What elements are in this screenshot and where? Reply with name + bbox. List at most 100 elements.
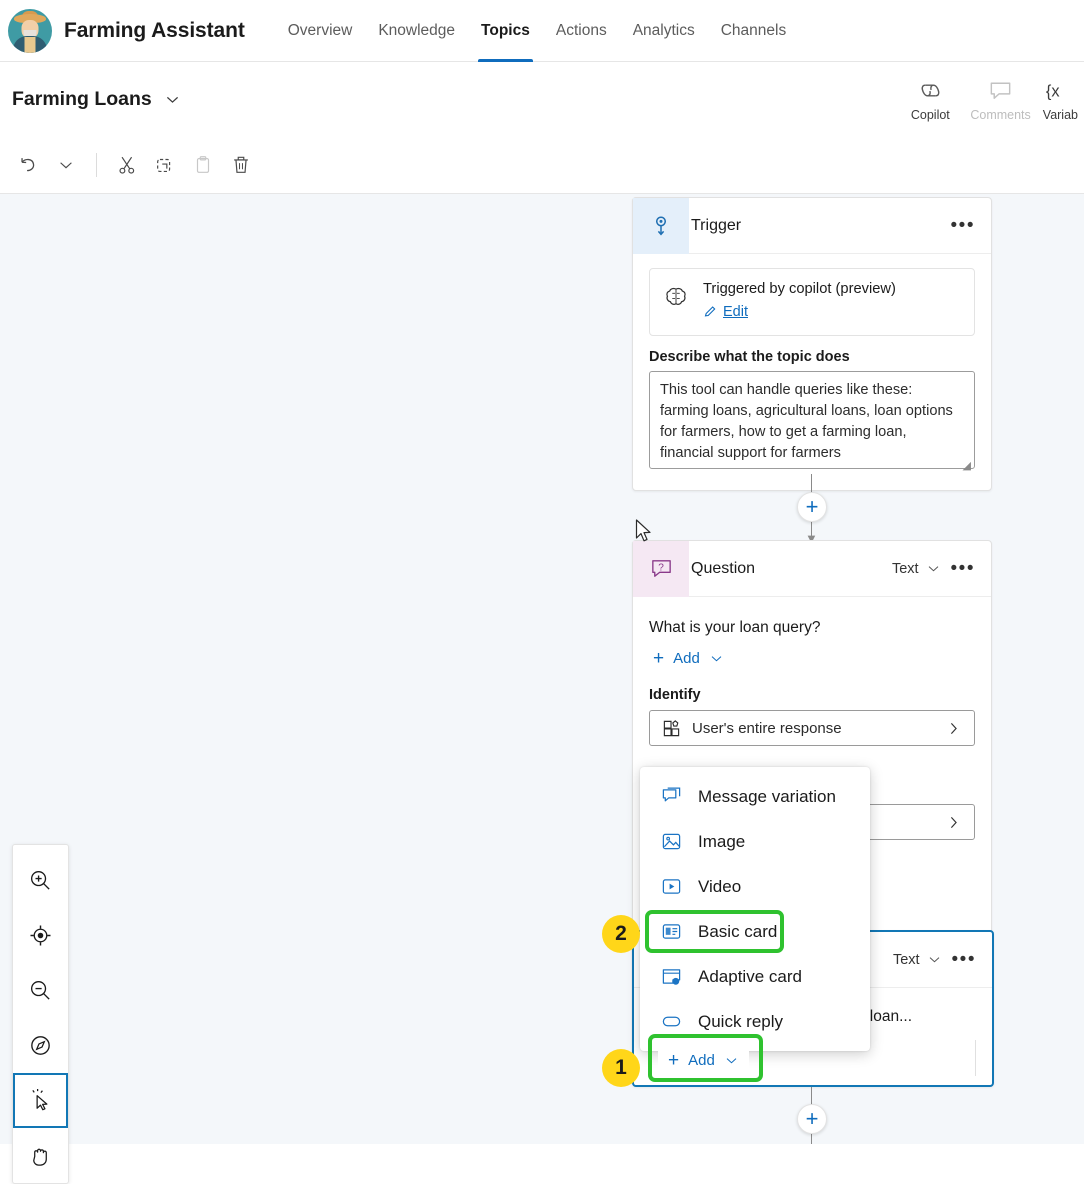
add-node-button-2[interactable]: + (797, 1104, 827, 1134)
canvas-zoom-toolbar (12, 844, 69, 1184)
comments-button[interactable]: Comments (964, 73, 1036, 126)
zoom-in-button[interactable] (13, 853, 68, 908)
chevron-down-icon (928, 566, 938, 572)
tab-topics[interactable]: Topics (468, 0, 543, 62)
menu-item-label: Image (698, 831, 746, 851)
message-type-label: Text (892, 951, 920, 968)
menu-item-basic-card[interactable]: Basic card (640, 909, 870, 954)
undo-dropdown-button[interactable] (48, 147, 84, 183)
menu-item-video[interactable]: Video (640, 864, 870, 909)
question-type-selector[interactable]: Text (892, 561, 941, 577)
identify-entity-value: User's entire response (692, 719, 842, 737)
pencil-icon (704, 306, 716, 317)
menu-item-label: Quick reply (698, 1011, 784, 1031)
minimap-icon (31, 1036, 50, 1055)
tab-analytics[interactable]: Analytics (620, 0, 708, 62)
message-type-selector[interactable]: Text (893, 952, 942, 968)
menu-item-quick-reply[interactable]: Quick reply (640, 999, 870, 1044)
quick-reply-icon (660, 1010, 683, 1033)
message-add-label: Add (688, 1052, 715, 1069)
plus-icon: + (805, 1106, 819, 1131)
annotation-badge-1: 1 (602, 1049, 640, 1087)
edit-toolbar (0, 137, 1084, 194)
hand-icon (33, 1148, 47, 1166)
question-add-button[interactable]: + Add (649, 647, 728, 670)
fit-to-screen-icon (30, 925, 51, 946)
trigger-icon (633, 197, 689, 254)
chevron-down-icon (711, 656, 722, 662)
plus-icon: + (653, 647, 665, 669)
plus-icon: + (668, 1049, 680, 1071)
topic-description-input[interactable] (649, 371, 975, 470)
tab-channels[interactable]: Channels (708, 0, 800, 62)
chevron-down-icon (929, 957, 939, 963)
trigger-node-body: Triggered by copilot (preview) Edit Desc… (633, 254, 991, 490)
tab-knowledge[interactable]: Knowledge (365, 0, 468, 62)
cursor-select-icon (32, 1088, 48, 1111)
copilot-button[interactable]: Copilot (896, 73, 964, 126)
trigger-node-actions: ••• (951, 216, 991, 235)
question-prompt-text[interactable]: What is your loan query? (649, 615, 975, 637)
message-node-divider (975, 1040, 976, 1076)
trigger-source-card[interactable]: Triggered by copilot (preview) Edit (649, 268, 975, 337)
description-label: Describe what the topic does (649, 349, 850, 366)
scissors-icon (119, 156, 135, 174)
minimap-button[interactable] (13, 1018, 68, 1073)
trigger-node-title: Trigger (691, 216, 742, 234)
main-tabs: Overview Knowledge Topics Actions Analyt… (275, 0, 800, 62)
pan-tool-button[interactable] (13, 1128, 68, 1183)
trigger-edit-label: Edit (723, 303, 748, 320)
comment-icon (990, 82, 1011, 99)
connector-line-4 (811, 1134, 812, 1144)
trigger-node[interactable]: Trigger ••• Triggered by copilot (previe… (632, 197, 992, 492)
tab-overview[interactable]: Overview (275, 0, 366, 62)
variables-label: Variab (1042, 108, 1078, 122)
add-node-context-menu[interactable]: Message variation Image Video Basic card… (640, 767, 870, 1051)
more-options-icon[interactable]: ••• (951, 559, 975, 578)
add-node-button-1[interactable]: + (797, 492, 827, 522)
svg-text:?: ? (658, 563, 664, 574)
topic-authoring-canvas[interactable]: Trigger ••• Triggered by copilot (previe… (0, 194, 1084, 1144)
badge-number: 1 (615, 1056, 627, 1079)
message-add-button[interactable]: + Add (658, 1046, 749, 1075)
paste-button[interactable] (185, 147, 221, 183)
chevron-down-icon (166, 96, 178, 103)
question-node-title: Question (691, 559, 756, 577)
menu-item-label: Message variation (698, 786, 836, 806)
select-tool-button[interactable] (13, 1073, 68, 1128)
question-add-label: Add (673, 650, 700, 667)
undo-icon (21, 158, 35, 172)
farmer-avatar-icon (8, 8, 52, 53)
identify-entity-selector[interactable]: User's entire response (649, 710, 975, 746)
more-options-icon[interactable]: ••• (952, 950, 976, 969)
question-node-actions: Text ••• (892, 559, 991, 578)
question-icon: ? (633, 540, 689, 597)
cut-button[interactable] (109, 147, 145, 183)
zoom-out-icon (30, 980, 50, 1000)
menu-item-message-variation[interactable]: Message variation (640, 774, 870, 819)
textarea-resize-grip[interactable]: ◢ (963, 459, 971, 472)
tab-actions[interactable]: Actions (543, 0, 620, 62)
fit-to-screen-button[interactable] (13, 908, 68, 963)
copilot-label: Copilot (910, 108, 950, 122)
zoom-in-icon (30, 870, 50, 890)
delete-button[interactable] (223, 147, 259, 183)
image-icon (660, 830, 683, 853)
topic-title-dropdown[interactable]: Farming Loans (12, 88, 181, 111)
svg-text:{x: {x (1046, 82, 1060, 100)
chevron-right-icon (950, 816, 957, 828)
trigger-edit-link[interactable]: Edit (703, 304, 748, 320)
more-options-icon[interactable]: ••• (951, 216, 975, 235)
question-node-header: ? Question Text ••• (633, 540, 991, 597)
menu-item-image[interactable]: Image (640, 819, 870, 864)
video-icon (660, 875, 683, 898)
message-variation-icon (660, 785, 683, 808)
zoom-out-button[interactable] (13, 963, 68, 1018)
menu-item-adaptive-card[interactable]: Adaptive card (640, 954, 870, 999)
undo-button[interactable] (10, 147, 46, 183)
variables-button[interactable]: {x Variab (1037, 73, 1084, 126)
trigger-node-header: Trigger ••• (633, 197, 991, 254)
copy-button[interactable] (147, 147, 183, 183)
top-navigation-bar: Farming Assistant Overview Knowledge Top… (0, 0, 1084, 62)
topic-title-text: Farming Loans (12, 88, 152, 110)
